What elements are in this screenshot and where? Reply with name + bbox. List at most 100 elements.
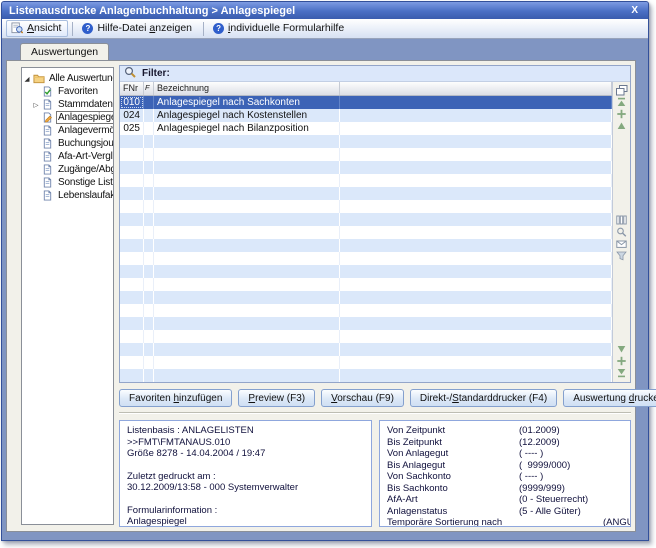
parameter-label: Von Anlagegut (387, 448, 519, 460)
tree-item-zugänge-abgänge[interactable]: Zugänge/Abgänge (23, 163, 112, 176)
info-line: Größe 8278 - 14.04.2004 / 19:47 (127, 448, 364, 460)
grid-row-empty[interactable] (120, 200, 612, 213)
grid-row[interactable]: 010Anlagespiegel nach Sachkonten (120, 96, 612, 109)
desktop-background: Listenausdrucke Anlagenbuchhaltung > Anl… (0, 0, 656, 548)
scroll-bottom-icon[interactable] (615, 367, 628, 379)
parameter-row: Von Sachkonto( ---- ) (387, 471, 623, 483)
favoriten-hinzufuegen-button[interactable]: Favoriten hinzufügen (119, 389, 232, 407)
grid-row-empty[interactable] (120, 330, 612, 343)
columns-icon[interactable] (615, 214, 628, 226)
insert-row-icon[interactable] (615, 108, 628, 120)
grid-row-empty[interactable] (120, 291, 612, 304)
cell-extra (340, 109, 612, 122)
cell-extra (340, 343, 612, 356)
filter-label: Filter: (142, 68, 170, 79)
column-header-fnr[interactable]: FNr (120, 82, 144, 95)
cell-bezeichnung: Anlagespiegel nach Kostenstellen (154, 109, 340, 122)
tree-item-anlagespiegel[interactable]: Anlagespiegel (23, 111, 112, 124)
grid-row-empty[interactable] (120, 356, 612, 369)
grid-row[interactable]: 025Anlagespiegel nach Bilanzposition (120, 122, 612, 135)
cell-fnr (120, 278, 144, 291)
view-icon (11, 22, 23, 34)
cell-extra (340, 174, 612, 187)
vorschau-button[interactable]: Vorschau (F9) (321, 389, 404, 407)
column-header-extra[interactable] (340, 82, 612, 95)
tree-item-buchungsjournal[interactable]: Buchungsjournal (23, 137, 112, 150)
cell-flag (144, 226, 154, 239)
grid-row-empty[interactable] (120, 252, 612, 265)
tree-item-label: Favoriten (56, 86, 100, 97)
collapsed-expander-icon[interactable]: ▷ (32, 101, 40, 109)
grid-row-empty[interactable] (120, 187, 612, 200)
parameter-label: Bis Sachkonto (387, 483, 519, 495)
direkt-standarddrucker-button[interactable]: Direkt-/Standarddrucker (F4) (410, 389, 557, 407)
tab-strip: Auswertungen (6, 39, 636, 60)
cell-bezeichnung (154, 135, 340, 148)
grid-row-empty[interactable] (120, 135, 612, 148)
copy-window-icon[interactable] (615, 84, 628, 96)
append-row-icon[interactable] (615, 355, 628, 367)
grid-row-empty[interactable] (120, 174, 612, 187)
scroll-top-icon[interactable] (615, 96, 628, 108)
grid-row-empty[interactable] (120, 239, 612, 252)
tree-item-alle-auswertungen[interactable]: ◢Alle Auswertungen (23, 72, 112, 85)
cell-bezeichnung (154, 148, 340, 161)
tree-item-label: Zugänge/Abgänge (56, 164, 114, 175)
column-header-flag[interactable]: F (144, 82, 154, 95)
cell-bezeichnung (154, 304, 340, 317)
parameter-value: ( ---- ) (519, 471, 543, 483)
search-icon[interactable] (615, 226, 628, 238)
preview-button[interactable]: Preview (F3) (238, 389, 315, 407)
window-titlebar[interactable]: Listenausdrucke Anlagenbuchhaltung > Anl… (2, 2, 648, 19)
export-icon[interactable] (615, 238, 628, 250)
cell-flag (144, 239, 154, 252)
tree-item-stammdatenlisten[interactable]: ▷Stammdatenlisten (23, 98, 112, 111)
cell-flag (144, 161, 154, 174)
grid-row-empty[interactable] (120, 369, 612, 382)
cell-extra (340, 317, 612, 330)
filter-icon[interactable] (615, 250, 628, 262)
ansicht-button[interactable]: Ansicht (6, 20, 68, 37)
cell-fnr: 025 (120, 122, 144, 135)
individuelle-formularhilfe-button[interactable]: ? individuelle Formularhilfe (208, 20, 351, 37)
cell-flag (144, 278, 154, 291)
grid-row-empty[interactable] (120, 343, 612, 356)
cell-flag (144, 330, 154, 343)
grid-row-empty[interactable] (120, 213, 612, 226)
cell-extra (340, 278, 612, 291)
auswertung-drucken-button[interactable]: Auswertung drucken (563, 389, 656, 407)
parameter-value: (12.2009) (519, 437, 560, 449)
folder-icon (33, 73, 45, 84)
parameter-row: Bis Sachkonto(9999/999) (387, 483, 623, 495)
tree-item-favoriten[interactable]: Favoriten (23, 85, 112, 98)
grid-row-empty[interactable] (120, 226, 612, 239)
expanded-expander-icon[interactable]: ◢ (23, 75, 31, 83)
row-up-icon[interactable] (615, 120, 628, 132)
tree-item-sonstige-listen[interactable]: Sonstige Listen (23, 176, 112, 189)
cell-flag (144, 265, 154, 278)
grid-row-empty[interactable] (120, 304, 612, 317)
grid-row[interactable]: 024Anlagespiegel nach Kostenstellen (120, 109, 612, 122)
grid-row-empty[interactable] (120, 265, 612, 278)
cell-flag (144, 369, 154, 382)
column-header-bezeichnung[interactable]: Bezeichnung (154, 82, 340, 95)
tree-item-lebenslaufakte[interactable]: Lebenslaufakte (23, 189, 112, 202)
grid-row-empty[interactable] (120, 161, 612, 174)
tree-item-afa-art-vergleich[interactable]: Afa-Art-Vergleich (23, 150, 112, 163)
grid-row-empty[interactable] (120, 278, 612, 291)
info-line: >>FMT\FMTANAUS.010 (127, 437, 364, 449)
cell-bezeichnung (154, 291, 340, 304)
grid-row-empty[interactable] (120, 317, 612, 330)
hilfe-datei-anzeigen-button[interactable]: ? Hilfe-Datei anzeigen (77, 20, 199, 37)
close-icon[interactable]: X (628, 5, 641, 16)
cell-flag (144, 148, 154, 161)
cell-flag (144, 343, 154, 356)
row-down-icon[interactable] (615, 343, 628, 355)
filter-bar[interactable]: Filter: (120, 66, 630, 82)
tab-auswertungen[interactable]: Auswertungen (20, 43, 109, 61)
cell-fnr (120, 291, 144, 304)
cell-extra (340, 161, 612, 174)
grid-row-empty[interactable] (120, 148, 612, 161)
tab-page: ◢Alle AuswertungenFavoriten▷Stammdatenli… (6, 60, 636, 532)
tree-item-anlagevermögen[interactable]: Anlagevermögen (23, 124, 112, 137)
